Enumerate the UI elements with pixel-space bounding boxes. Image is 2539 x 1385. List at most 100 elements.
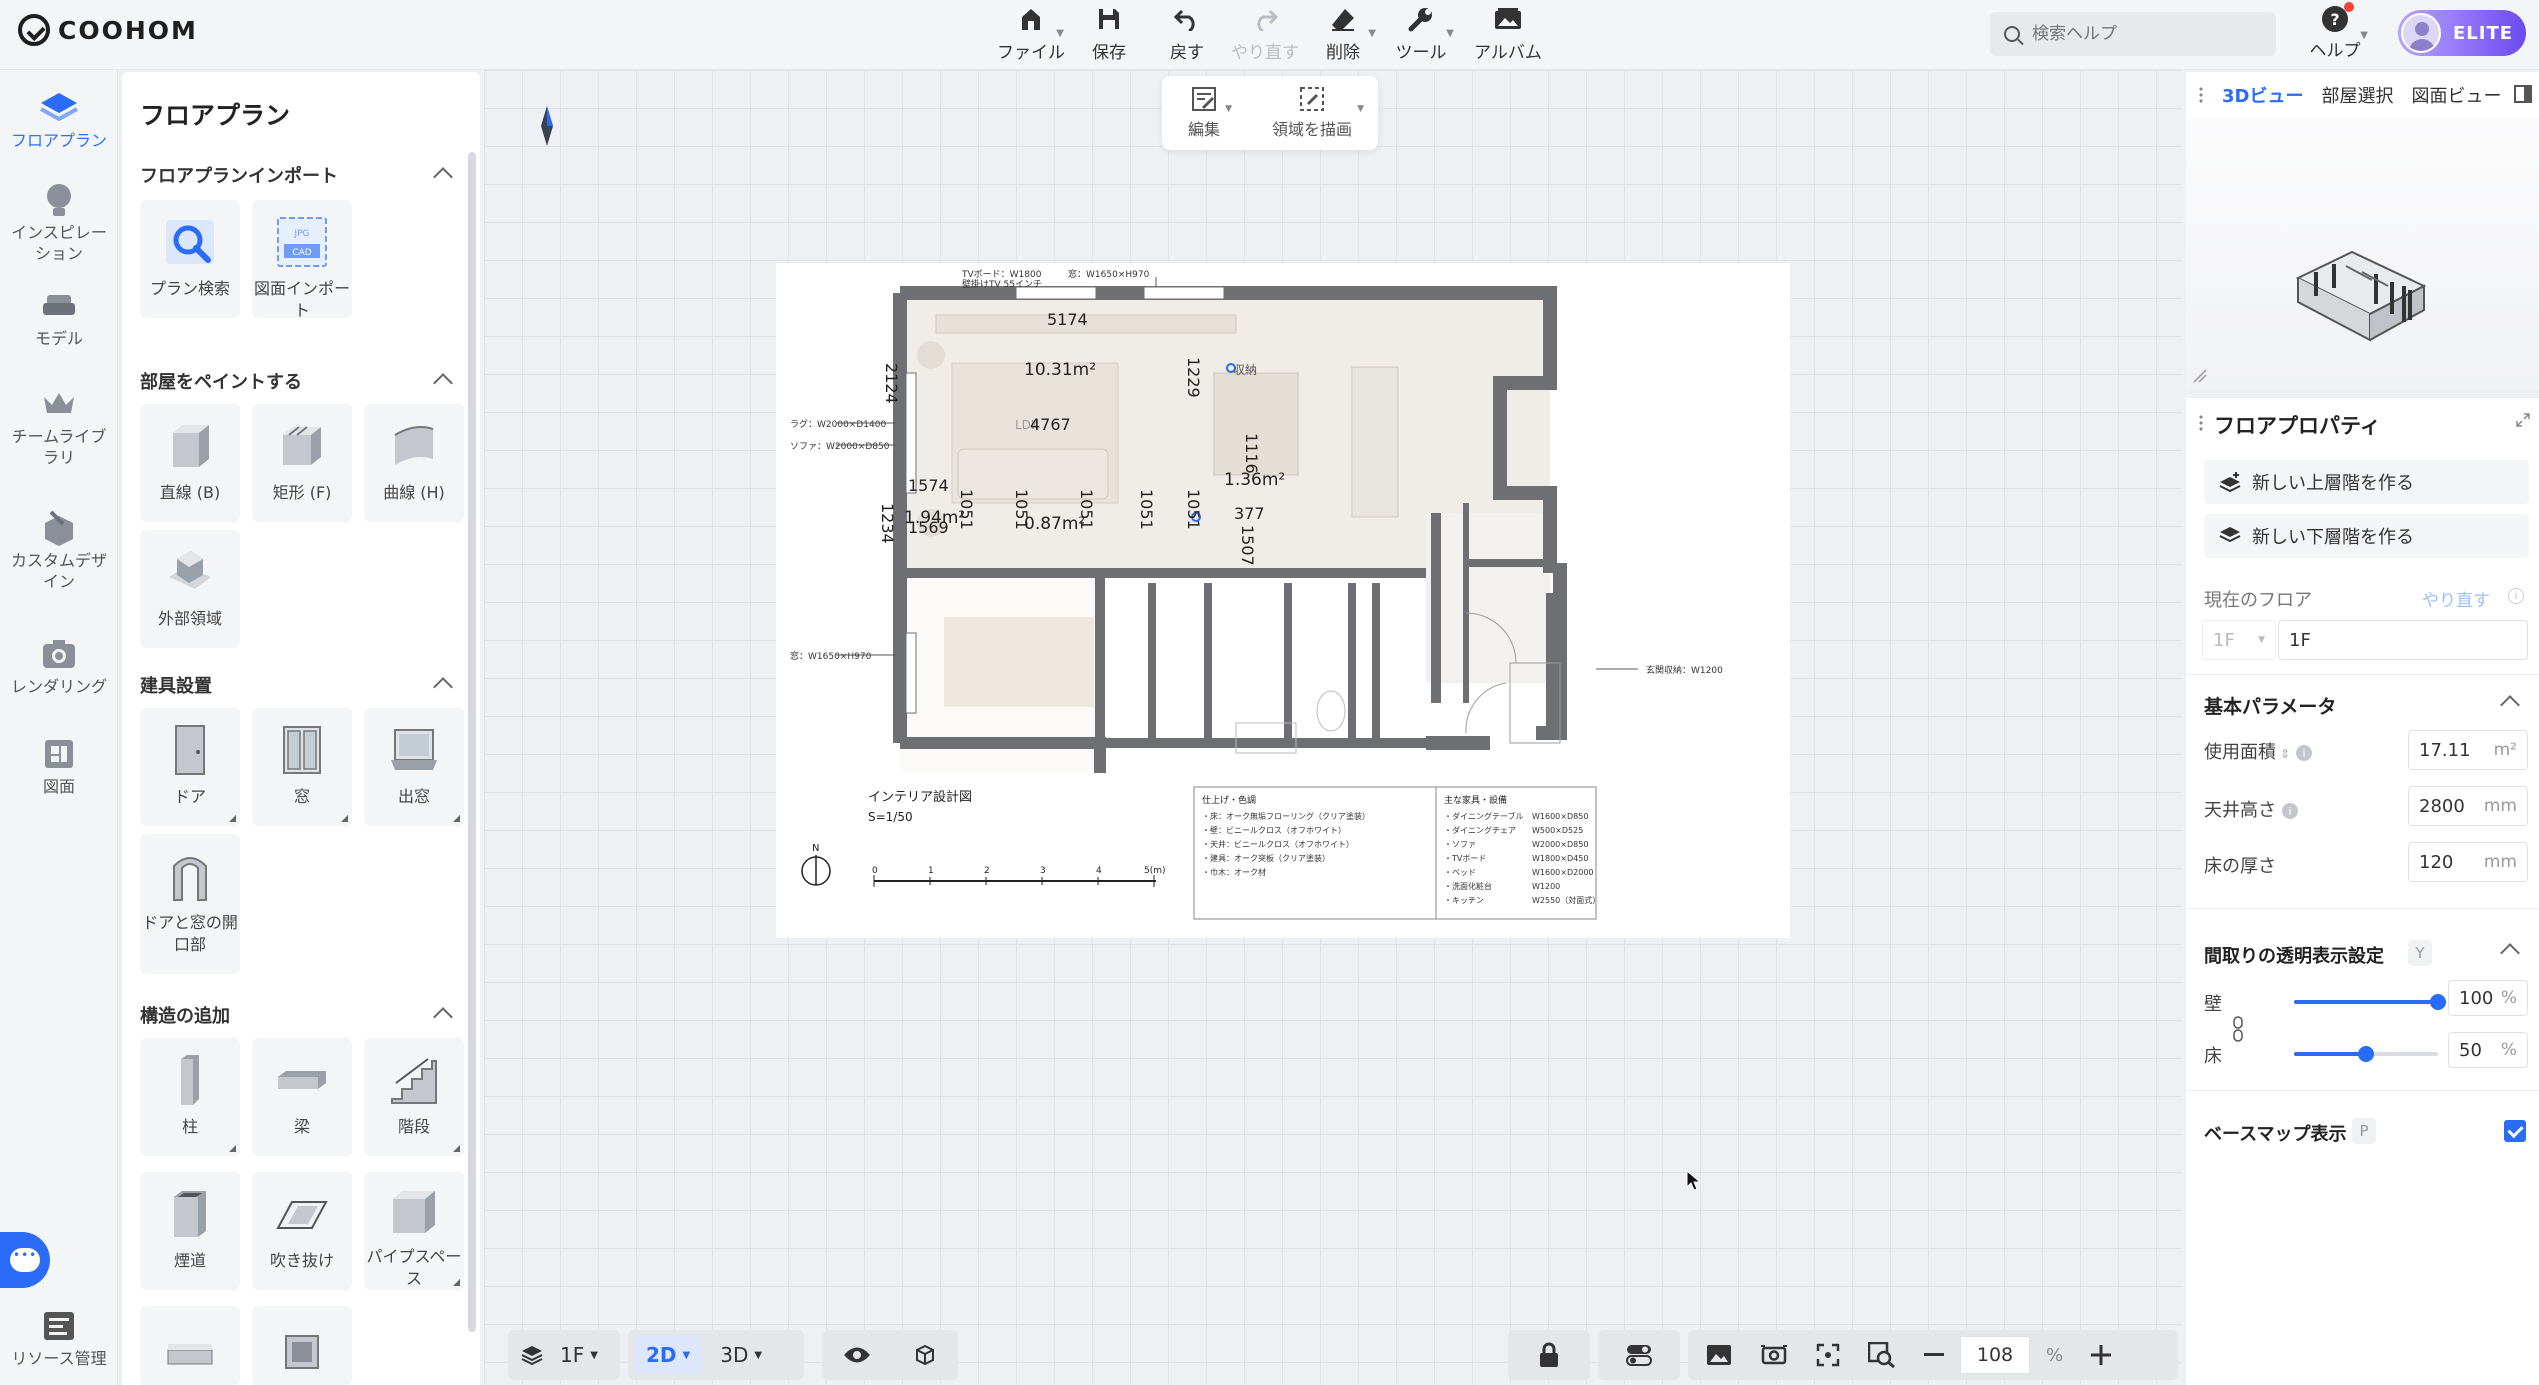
- link-icon[interactable]: [2232, 1016, 2244, 1042]
- help-search-input[interactable]: [2032, 24, 2252, 44]
- floor-thickness-field[interactable]: 120 mm: [2408, 842, 2528, 882]
- collapse-chevron-icon[interactable]: [2500, 695, 2520, 715]
- tile-window[interactable]: 窓: [252, 708, 352, 826]
- rail-item-team-library[interactable]: チームライブラリ: [0, 386, 118, 468]
- account-badge[interactable]: ELITE: [2398, 10, 2526, 56]
- undo-button[interactable]: 戻す: [1148, 4, 1226, 63]
- redo-button[interactable]: やり直す: [1226, 4, 1304, 63]
- 3d-preview-viewport[interactable]: [2186, 118, 2539, 390]
- rail-item-resource-management[interactable]: リソース管理: [0, 1308, 118, 1369]
- furniture-size: W2000×D850: [1532, 840, 1588, 849]
- edit-button[interactable]: 編集 ▼: [1178, 86, 1232, 140]
- view-3d-button[interactable]: 3D ▼: [708, 1336, 774, 1374]
- slider-knob[interactable]: [2430, 994, 2446, 1010]
- view-2d-button[interactable]: 2D ▼: [634, 1336, 703, 1374]
- tile-door[interactable]: ドア: [140, 708, 240, 826]
- tile-structure-more-2[interactable]: [252, 1306, 352, 1385]
- drag-handle-icon[interactable]: [2198, 414, 2204, 432]
- floorplan-drawing[interactable]: 5174 10.31m² LDK 4767 2124 1229 収納 1116 …: [776, 263, 1790, 938]
- tab-drawing-view[interactable]: 図面ビュー: [2411, 82, 2501, 108]
- brand-logo[interactable]: COOHOM: [18, 14, 198, 46]
- zoom-input[interactable]: 108: [1960, 1336, 2030, 1374]
- tile-curve[interactable]: 曲線 (H): [364, 404, 464, 522]
- zoom-to-fit-button[interactable]: [1856, 1336, 1908, 1374]
- beam-icon: [274, 1052, 330, 1108]
- add-lower-floor-button[interactable]: 新しい下層階を作る: [2204, 514, 2529, 558]
- tile-line[interactable]: 直線 (B): [140, 404, 240, 522]
- tile-rectangle[interactable]: 矩形 (F): [252, 404, 352, 522]
- tile-plan-search[interactable]: プラン検索: [140, 200, 240, 318]
- basemap-checkbox[interactable]: [2504, 1120, 2526, 1142]
- collapse-chevron-icon[interactable]: [433, 677, 453, 697]
- resize-handle-icon[interactable]: [2192, 368, 2208, 384]
- tile-label: 直線 (B): [159, 483, 221, 502]
- add-upper-floor-button[interactable]: 新しい上層階を作る: [2204, 460, 2529, 504]
- ldk-area: 10.31m²: [1024, 360, 1096, 380]
- help-button[interactable]: ? ヘルプ ▼: [2300, 2, 2370, 61]
- floor-name-input[interactable]: 1F: [2278, 620, 2528, 660]
- bay-window-icon: [386, 722, 442, 778]
- tile-beam[interactable]: 梁: [252, 1038, 352, 1156]
- rail-label: レンダリング: [10, 677, 107, 696]
- redo-floor-link[interactable]: やり直す: [2422, 586, 2490, 611]
- tile-bay-window[interactable]: 出窓: [364, 708, 464, 826]
- tile-outdoor-area[interactable]: 外部領域: [140, 530, 240, 648]
- wall-opacity-field[interactable]: 100 %: [2448, 980, 2528, 1016]
- basic-params-title: 基本パラメータ: [2204, 696, 2337, 718]
- tile-stairs[interactable]: 階段: [364, 1038, 464, 1156]
- image-button[interactable]: [1694, 1336, 1744, 1374]
- floor-switcher[interactable]: 1F ▼: [508, 1330, 620, 1380]
- collapse-chevron-icon[interactable]: [433, 1007, 453, 1027]
- layers-icon: [508, 1336, 556, 1374]
- slider-knob[interactable]: [2358, 1046, 2374, 1062]
- tile-pipe-space[interactable]: パイプスペース: [364, 1172, 464, 1290]
- collapse-panel-icon[interactable]: [2513, 84, 2533, 104]
- floor-opacity-slider[interactable]: [2294, 1046, 2438, 1062]
- tile-void[interactable]: 吹き抜け: [252, 1172, 352, 1290]
- cube-view-button[interactable]: [901, 1336, 949, 1374]
- tile-opening[interactable]: ドアと窓の開口部: [140, 834, 240, 974]
- eye-button[interactable]: [831, 1336, 883, 1374]
- delete-button[interactable]: 削除 ▼: [1304, 4, 1382, 63]
- tools-button[interactable]: ツール ▼: [1382, 4, 1460, 63]
- tab-room-select[interactable]: 部屋選択: [2321, 82, 2393, 108]
- floor-select[interactable]: 1F ▼: [556, 1336, 602, 1374]
- file-button[interactable]: ファイル ▼: [992, 4, 1070, 63]
- rail-item-custom-design[interactable]: カスタムデザイン: [0, 510, 118, 592]
- rail-item-models[interactable]: モデル: [0, 288, 118, 349]
- wall-opacity-slider[interactable]: [2294, 994, 2446, 1010]
- rail-item-drawings[interactable]: 図面: [0, 736, 118, 797]
- collapse-chevron-icon[interactable]: [2500, 943, 2520, 963]
- save-button[interactable]: 保存: [1070, 4, 1148, 63]
- tab-3d-view[interactable]: 3Dビュー: [2222, 82, 2303, 108]
- floor-level-select[interactable]: 1F ▼: [2202, 620, 2276, 660]
- wall-opacity-value: 100: [2459, 987, 2494, 1009]
- ceiling-height-field[interactable]: 2800 mm: [2408, 786, 2528, 826]
- draw-area-button[interactable]: 領域を描画 ▼: [1262, 86, 1364, 140]
- collapse-chevron-icon[interactable]: [433, 167, 453, 187]
- rail-item-rendering[interactable]: レンダリング: [0, 636, 118, 697]
- brand-name: COOHOM: [58, 15, 198, 45]
- usable-area-field[interactable]: 17.11 m²: [2408, 730, 2528, 770]
- hall-area: 0.87m²: [1024, 514, 1085, 534]
- toggle-settings-button[interactable]: [1614, 1336, 1664, 1374]
- rail-item-inspiration[interactable]: インスピレーション: [0, 182, 118, 264]
- rail-item-floorplan[interactable]: フロアプラン: [0, 90, 118, 151]
- zoom-out-button[interactable]: [1912, 1336, 1956, 1374]
- slab-icon: [162, 1320, 218, 1376]
- lock-button[interactable]: [1526, 1336, 1572, 1374]
- expand-icon[interactable]: [2515, 412, 2531, 428]
- collapse-chevron-icon[interactable]: [433, 373, 453, 393]
- help-search-box[interactable]: [1990, 12, 2276, 56]
- zoom-in-button[interactable]: [2079, 1336, 2123, 1374]
- fit-view-button[interactable]: [1804, 1336, 1852, 1374]
- camera-settings-button[interactable]: [1748, 1336, 1800, 1374]
- tile-column[interactable]: 柱: [140, 1038, 240, 1156]
- album-button[interactable]: アルバム: [1460, 4, 1556, 63]
- floor-opacity-field[interactable]: 50 %: [2448, 1032, 2528, 1068]
- panel-scrollbar[interactable]: [468, 152, 476, 1332]
- plan-badge: ELITE: [2453, 22, 2514, 44]
- tile-structure-more-1[interactable]: [140, 1306, 240, 1385]
- tile-flue[interactable]: 煙道: [140, 1172, 240, 1290]
- tile-drawing-import[interactable]: CAD JPG 図面インポート: [252, 200, 352, 320]
